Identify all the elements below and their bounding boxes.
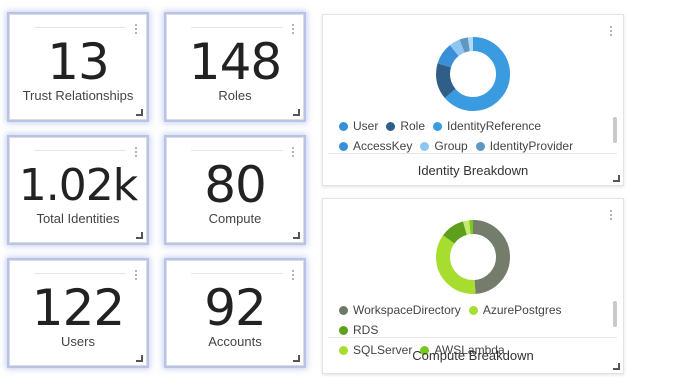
stat-card-accounts[interactable]: 92 Accounts: [166, 260, 304, 366]
stat-label: Total Identities: [36, 211, 120, 226]
legend-dot-icon: [420, 142, 430, 151]
stat-label: Accounts: [208, 334, 262, 349]
resize-handle-icon[interactable]: [613, 175, 620, 182]
card-divider: [34, 273, 126, 274]
legend-item[interactable]: Role: [386, 116, 425, 136]
chart-title: Identity Breakdown: [417, 163, 529, 178]
more-vertical-icon[interactable]: [135, 147, 138, 159]
legend-dot-icon: [475, 142, 485, 151]
legend-scrollbar[interactable]: [613, 301, 617, 327]
legend-dot-icon: [339, 306, 348, 315]
legend-dot-icon: [339, 142, 348, 151]
resize-handle-icon[interactable]: [613, 363, 620, 370]
legend-label: RDS: [353, 323, 379, 337]
stat-label: Roles: [218, 88, 252, 103]
stat-value: 13: [47, 33, 110, 91]
stat-value: 122: [31, 279, 125, 337]
stat-value: 92: [204, 279, 267, 337]
legend-label: IdentityReference: [447, 119, 542, 133]
legend-item[interactable]: WorkspaceDirectory: [339, 300, 461, 320]
stat-value: 1.02k: [18, 160, 138, 211]
stat-value: 148: [188, 33, 282, 91]
legend-label: Role: [400, 119, 426, 133]
resize-handle-icon[interactable]: [293, 232, 300, 239]
stat-value: 80: [204, 156, 267, 214]
legend-dot-icon: [468, 306, 478, 315]
card-divider: [191, 150, 283, 151]
card-divider: [191, 27, 283, 28]
stat-card-trust-relationships[interactable]: 13 Trust Relationships: [9, 14, 147, 120]
resize-handle-icon[interactable]: [136, 109, 143, 116]
card-divider: [329, 153, 617, 154]
card-divider: [34, 27, 126, 28]
legend-label: AccessKey: [353, 139, 413, 153]
stat-card-compute[interactable]: 80 Compute: [166, 137, 304, 243]
resize-handle-icon[interactable]: [293, 109, 300, 116]
stat-card-total-identities[interactable]: 1.02k Total Identities: [9, 137, 147, 243]
legend-item[interactable]: User: [339, 116, 378, 136]
legend-dot-icon: [386, 122, 396, 131]
legend-label: AzurePostgres: [482, 303, 562, 317]
legend-dot-icon: [339, 122, 348, 131]
legend-label: Group: [434, 139, 468, 153]
legend-dot-icon: [433, 122, 443, 131]
legend-label: User: [353, 119, 379, 133]
identity-breakdown-card[interactable]: User Role IdentityReference AccessKey Group…: [322, 14, 624, 186]
legend-item[interactable]: AzurePostgres: [468, 300, 562, 320]
chart-title: Compute Breakdown: [412, 348, 534, 363]
more-vertical-icon[interactable]: [610, 26, 613, 38]
card-divider: [191, 273, 283, 274]
identity-legend: User Role IdentityReference AccessKey Group…: [339, 116, 601, 156]
compute-donut-chart: [436, 220, 510, 294]
resize-handle-icon[interactable]: [136, 232, 143, 239]
resize-handle-icon[interactable]: [293, 355, 300, 362]
more-vertical-icon[interactable]: [610, 210, 613, 222]
legend-dot-icon: [339, 326, 348, 335]
legend-label: IdentityProvider: [489, 139, 574, 153]
stat-label: Trust Relationships: [22, 88, 134, 103]
legend-scrollbar[interactable]: [613, 117, 617, 143]
compute-breakdown-card[interactable]: WorkspaceDirectory AzurePostgresRDS SQLSe…: [322, 198, 624, 374]
card-divider: [329, 337, 617, 338]
legend-item[interactable]: IdentityReference: [433, 116, 541, 136]
stat-card-roles[interactable]: 148 Roles: [166, 14, 304, 120]
legend-label: WorkspaceDirectory: [353, 303, 461, 317]
identity-donut-chart: [436, 37, 510, 111]
stat-label: Users: [61, 334, 95, 349]
stat-card-users[interactable]: 122 Users: [9, 260, 147, 366]
card-divider: [34, 150, 126, 151]
resize-handle-icon[interactable]: [136, 355, 143, 362]
stat-label: Compute: [208, 211, 262, 226]
